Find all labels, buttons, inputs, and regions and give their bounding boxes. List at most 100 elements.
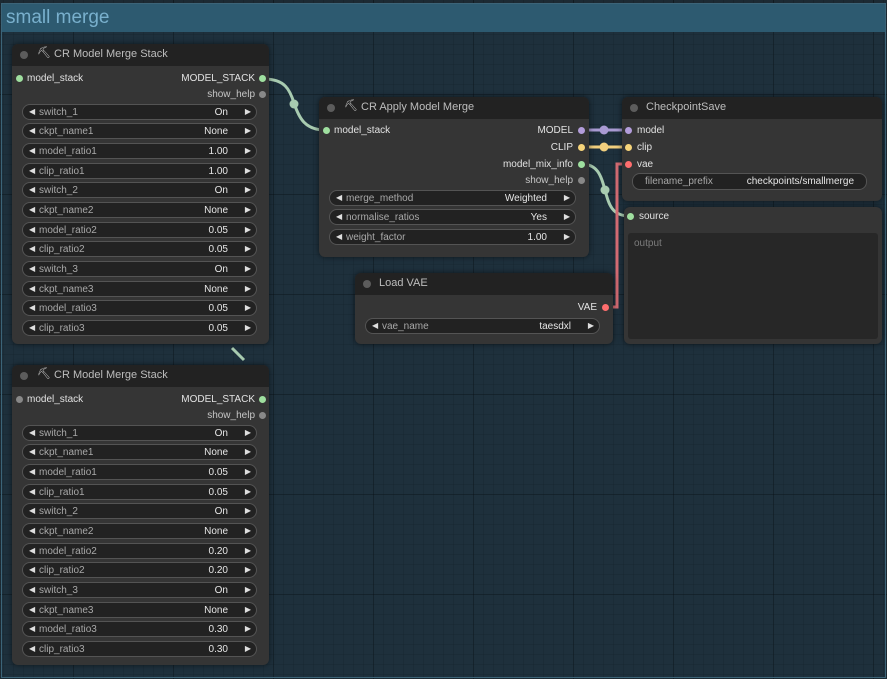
input-slot-dot[interactable] <box>16 75 23 82</box>
arrow-left-icon[interactable]: ◀ <box>29 526 35 536</box>
arrow-right-icon[interactable]: ▶ <box>245 644 251 654</box>
arrow-left-icon[interactable]: ◀ <box>29 303 35 313</box>
input-slot-dot[interactable] <box>625 127 632 134</box>
node-collapse-dot-icon[interactable] <box>630 104 638 112</box>
arrow-right-icon[interactable]: ▶ <box>245 126 251 136</box>
arrow-left-icon[interactable]: ◀ <box>29 467 35 477</box>
arrow-left-icon[interactable]: ◀ <box>29 487 35 497</box>
input-slot-dot[interactable] <box>16 396 23 403</box>
arrow-right-icon[interactable]: ▶ <box>588 321 594 331</box>
widget-model-ratio1[interactable]: ◀ model_ratio1 1.00 ▶ <box>22 143 257 159</box>
node-show-text[interactable]: source output <box>624 207 882 344</box>
arrow-right-icon[interactable]: ▶ <box>245 506 251 516</box>
arrow-left-icon[interactable]: ◀ <box>29 126 35 136</box>
arrow-right-icon[interactable]: ▶ <box>245 146 251 156</box>
arrow-right-icon[interactable]: ▶ <box>245 303 251 313</box>
arrow-left-icon[interactable]: ◀ <box>29 428 35 438</box>
widget-model-ratio1[interactable]: ◀ model_ratio1 0.05 ▶ <box>22 464 257 480</box>
arrow-right-icon[interactable]: ▶ <box>245 428 251 438</box>
node-cr-apply-model-merge[interactable]: ⛏ CR Apply Model Merge model_stack MODEL… <box>319 97 589 257</box>
input-slot-dot[interactable] <box>627 213 634 220</box>
arrow-right-icon[interactable]: ▶ <box>245 467 251 477</box>
widget-clip-ratio3[interactable]: ◀ clip_ratio3 0.05 ▶ <box>22 320 257 336</box>
output-slot-dot[interactable] <box>259 75 266 82</box>
widget-switch-3[interactable]: ◀ switch_3 On ▶ <box>22 261 257 277</box>
node-cr-model-merge-stack-2[interactable]: ⛏ CR Model Merge Stack model_stack MODEL… <box>12 365 269 665</box>
widget-clip-ratio1[interactable]: ◀ clip_ratio1 0.05 ▶ <box>22 484 257 500</box>
widget-switch-2[interactable]: ◀ switch_2 On ▶ <box>22 503 257 519</box>
output-slot-dot[interactable] <box>259 396 266 403</box>
arrow-left-icon[interactable]: ◀ <box>29 284 35 294</box>
widget-clip-ratio3[interactable]: ◀ clip_ratio3 0.30 ▶ <box>22 641 257 657</box>
widget-merge-method[interactable]: ◀ merge_method Weighted ▶ <box>329 190 576 206</box>
output-slot-dot[interactable] <box>602 304 609 311</box>
arrow-left-icon[interactable]: ◀ <box>29 205 35 215</box>
arrow-left-icon[interactable]: ◀ <box>29 185 35 195</box>
arrow-right-icon[interactable]: ▶ <box>245 264 251 274</box>
widget-ckpt-name2[interactable]: ◀ ckpt_name2 None ▶ <box>22 202 257 218</box>
arrow-right-icon[interactable]: ▶ <box>564 232 570 242</box>
arrow-left-icon[interactable]: ◀ <box>372 321 378 331</box>
node-collapse-dot-icon[interactable] <box>20 372 28 380</box>
arrow-right-icon[interactable]: ▶ <box>245 244 251 254</box>
arrow-left-icon[interactable]: ◀ <box>336 232 342 242</box>
arrow-right-icon[interactable]: ▶ <box>245 624 251 634</box>
arrow-left-icon[interactable]: ◀ <box>29 585 35 595</box>
node-load-vae[interactable]: Load VAE VAE ◀ vae_name taesdxl ▶ <box>355 273 613 344</box>
output-slot-dot[interactable] <box>259 91 266 98</box>
node-collapse-dot-icon[interactable] <box>327 104 335 112</box>
widget-weight-factor[interactable]: ◀ weight_factor 1.00 ▶ <box>329 229 576 245</box>
widget-model-ratio2[interactable]: ◀ model_ratio2 0.05 ▶ <box>22 222 257 238</box>
widget-model-ratio3[interactable]: ◀ model_ratio3 0.30 ▶ <box>22 621 257 637</box>
arrow-left-icon[interactable]: ◀ <box>29 225 35 235</box>
arrow-right-icon[interactable]: ▶ <box>245 546 251 556</box>
arrow-left-icon[interactable]: ◀ <box>29 264 35 274</box>
node-header[interactable]: Load VAE <box>355 273 613 295</box>
arrow-right-icon[interactable]: ▶ <box>245 605 251 615</box>
widget-switch-2[interactable]: ◀ switch_2 On ▶ <box>22 182 257 198</box>
arrow-right-icon[interactable]: ▶ <box>245 205 251 215</box>
arrow-left-icon[interactable]: ◀ <box>29 166 35 176</box>
arrow-right-icon[interactable]: ▶ <box>245 447 251 457</box>
arrow-left-icon[interactable]: ◀ <box>29 323 35 333</box>
node-header[interactable]: ⛏ CR Model Merge Stack <box>12 44 269 66</box>
arrow-left-icon[interactable]: ◀ <box>29 447 35 457</box>
arrow-left-icon[interactable]: ◀ <box>29 506 35 516</box>
input-slot-dot[interactable] <box>625 144 632 151</box>
arrow-left-icon[interactable]: ◀ <box>336 193 342 203</box>
output-slot-dot[interactable] <box>578 127 585 134</box>
node-cr-model-merge-stack-1[interactable]: ⛏ CR Model Merge Stack model_stack MODEL… <box>12 44 269 344</box>
arrow-right-icon[interactable]: ▶ <box>245 284 251 294</box>
arrow-right-icon[interactable]: ▶ <box>245 526 251 536</box>
arrow-right-icon[interactable]: ▶ <box>245 323 251 333</box>
node-header[interactable]: ⛏ CR Apply Model Merge <box>319 97 589 119</box>
widget-ckpt-name1[interactable]: ◀ ckpt_name1 None ▶ <box>22 444 257 460</box>
output-slot-dot[interactable] <box>259 412 266 419</box>
output-slot-dot[interactable] <box>578 177 585 184</box>
widget-ckpt-name1[interactable]: ◀ ckpt_name1 None ▶ <box>22 123 257 139</box>
node-header[interactable]: ⛏ CR Model Merge Stack <box>12 365 269 387</box>
arrow-left-icon[interactable]: ◀ <box>29 546 35 556</box>
widget-model-ratio3[interactable]: ◀ model_ratio3 0.05 ▶ <box>22 300 257 316</box>
arrow-right-icon[interactable]: ▶ <box>245 107 251 117</box>
arrow-left-icon[interactable]: ◀ <box>29 107 35 117</box>
arrow-right-icon[interactable]: ▶ <box>245 166 251 176</box>
arrow-left-icon[interactable]: ◀ <box>29 644 35 654</box>
node-collapse-dot-icon[interactable] <box>20 51 28 59</box>
output-slot-dot[interactable] <box>578 144 585 151</box>
widget-model-ratio2[interactable]: ◀ model_ratio2 0.20 ▶ <box>22 543 257 559</box>
arrow-right-icon[interactable]: ▶ <box>245 487 251 497</box>
node-header[interactable]: CheckpointSave <box>622 97 882 119</box>
widget-clip-ratio2[interactable]: ◀ clip_ratio2 0.05 ▶ <box>22 241 257 257</box>
widget-ckpt-name3[interactable]: ◀ ckpt_name3 None ▶ <box>22 281 257 297</box>
widget-clip-ratio2[interactable]: ◀ clip_ratio2 0.20 ▶ <box>22 562 257 578</box>
arrow-right-icon[interactable]: ▶ <box>245 565 251 575</box>
node-checkpoint-save[interactable]: CheckpointSave model clip vae filename_p… <box>622 97 882 201</box>
filename-prefix-field[interactable]: filename_prefix checkpoints/smallmerge <box>632 173 867 190</box>
widget-clip-ratio1[interactable]: ◀ clip_ratio1 1.00 ▶ <box>22 163 257 179</box>
input-slot-dot[interactable] <box>625 161 632 168</box>
arrow-left-icon[interactable]: ◀ <box>29 624 35 634</box>
arrow-right-icon[interactable]: ▶ <box>245 585 251 595</box>
widget-normalise-ratios[interactable]: ◀ normalise_ratios Yes ▶ <box>329 209 576 225</box>
arrow-right-icon[interactable]: ▶ <box>564 193 570 203</box>
